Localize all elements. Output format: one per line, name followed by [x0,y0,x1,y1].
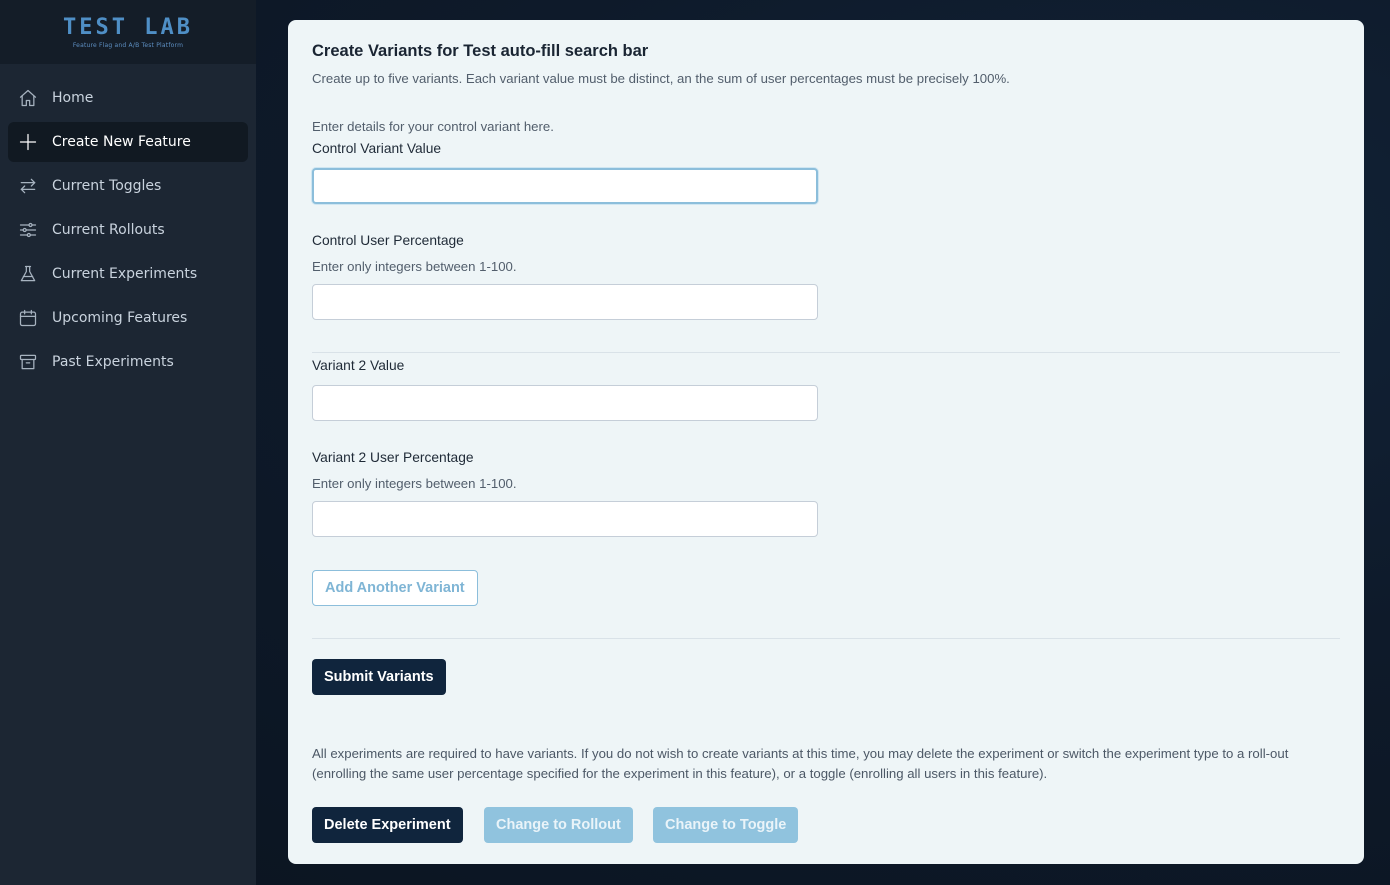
change-to-rollout-button[interactable]: Change to Rollout [484,807,633,843]
variant2-value-input[interactable] [312,385,818,421]
home-icon [18,88,38,108]
add-variant-button[interactable]: Add Another Variant [312,570,478,606]
variant2-percentage-help: Enter only integers between 1-100. [312,476,517,491]
variant2-percentage-label: Variant 2 User Percentage [312,450,474,465]
logo[interactable]: TEST LAB Feature Flag and A/B Test Platf… [0,0,256,64]
submit-variants-button[interactable]: Submit Variants [312,659,446,695]
sidebar-item-label: Upcoming Features [52,310,188,326]
delete-experiment-button[interactable]: Delete Experiment [312,807,463,843]
flask-icon [18,264,38,284]
control-percentage-help: Enter only integers between 1-100. [312,259,517,274]
section-divider [312,638,1340,639]
control-value-input[interactable] [312,168,818,204]
change-to-toggle-button[interactable]: Change to Toggle [653,807,799,843]
page-description: Create up to five variants. Each variant… [312,71,1010,86]
sidebar-item-home[interactable]: Home [8,78,248,118]
variant2-percentage-input[interactable] [312,501,818,537]
sidebar-item-label: Home [52,90,94,106]
variant2-value-label: Variant 2 Value [312,358,405,373]
logo-subtitle: Feature Flag and A/B Test Platform [72,41,184,49]
page-title: Create Variants for Test auto-fill searc… [312,42,649,60]
sidebar: TEST LAB Feature Flag and A/B Test Platf… [0,0,256,885]
footer-info-text: All experiments are required to have var… [312,746,1289,781]
sidebar-item-label: Current Experiments [52,266,198,282]
section-divider [312,352,1340,353]
sidebar-nav: Home Create New Feature Current Toggles … [8,78,248,386]
sidebar-item-current-toggles[interactable]: Current Toggles [8,166,248,206]
sidebar-item-create-new-feature[interactable]: Create New Feature [8,122,248,162]
control-percentage-label: Control User Percentage [312,233,464,248]
sidebar-item-label: Current Rollouts [52,222,165,238]
sidebar-item-past-experiments[interactable]: Past Experiments [8,342,248,382]
sidebar-item-upcoming-features[interactable]: Upcoming Features [8,298,248,338]
sidebar-item-current-experiments[interactable]: Current Experiments [8,254,248,294]
logo-title: TEST LAB [63,14,193,40]
sidebar-item-label: Current Toggles [52,178,162,194]
control-intro-text: Enter details for your control variant h… [312,119,554,134]
calendar-icon [18,308,38,328]
sidebar-item-label: Create New Feature [52,134,191,150]
control-value-label: Control Variant Value [312,141,442,156]
variants-form-card: Create Variants for Test auto-fill searc… [288,20,1364,864]
control-percentage-input[interactable] [312,284,818,320]
sidebar-item-label: Past Experiments [52,354,174,370]
sliders-icon [18,220,38,240]
arrows-swap-icon [18,176,38,196]
sidebar-item-current-rollouts[interactable]: Current Rollouts [8,210,248,250]
plus-icon [18,132,38,152]
archive-icon [18,352,38,372]
